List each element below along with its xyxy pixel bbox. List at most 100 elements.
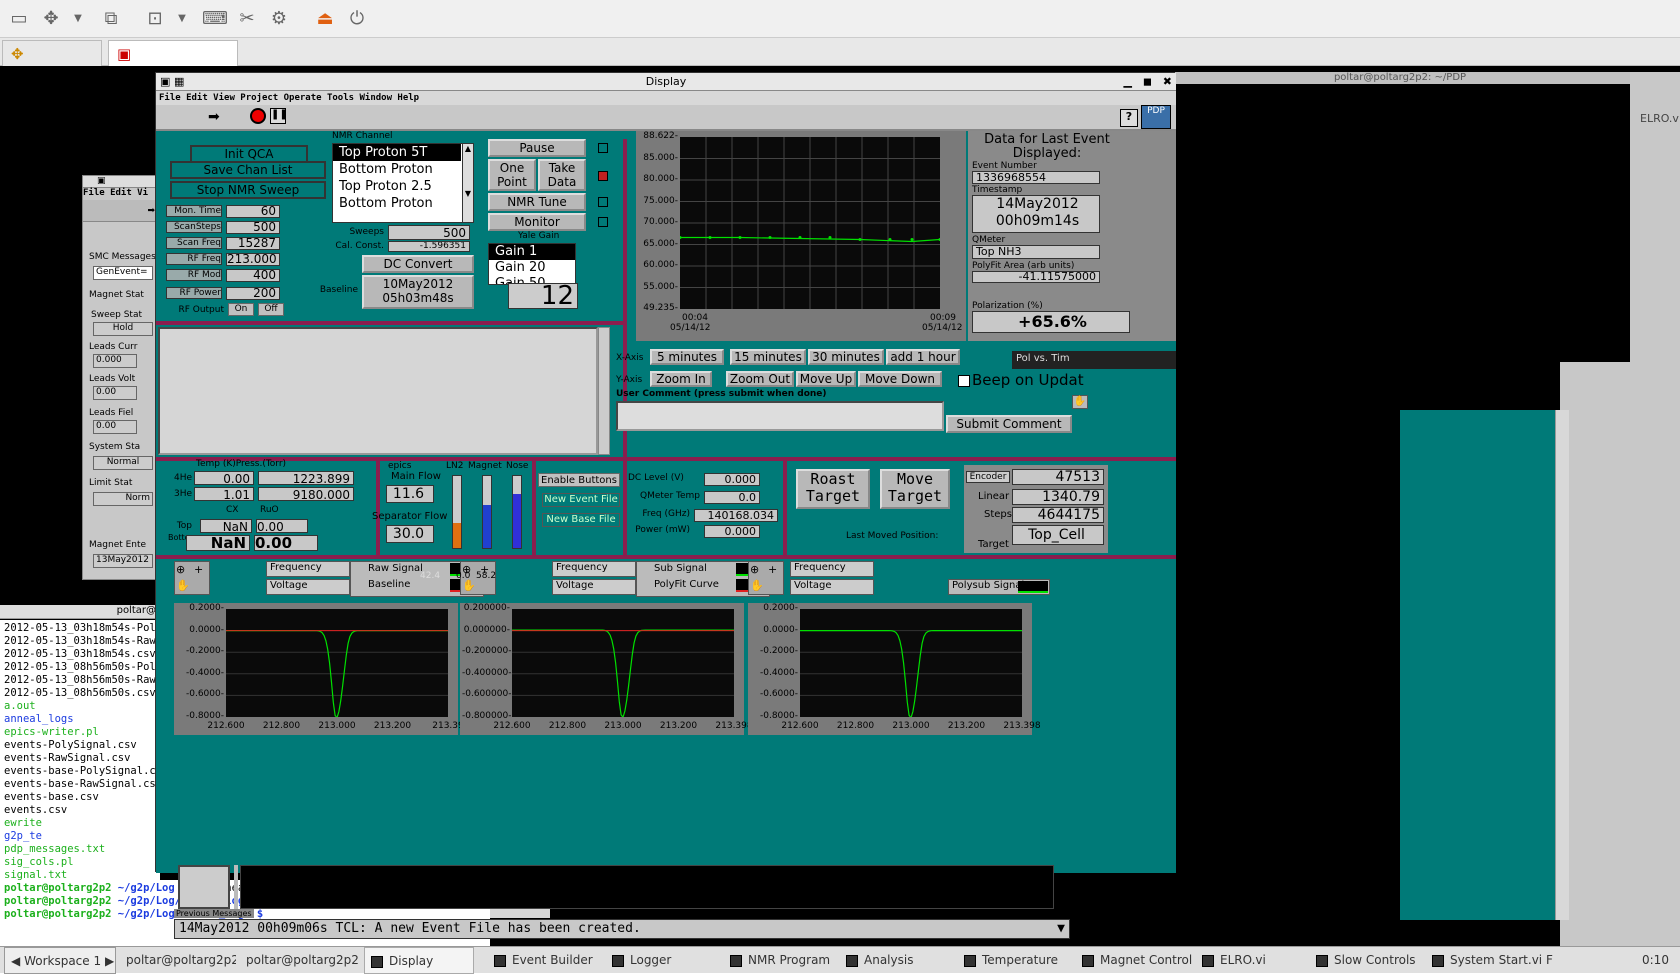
- joystick-icon[interactable]: ⏏: [312, 6, 338, 32]
- pause-icon[interactable]: ❚❚: [270, 108, 288, 124]
- dropdown-icon[interactable]: ▼: [70, 6, 86, 32]
- submit-comment-button[interactable]: Submit Comment: [946, 415, 1072, 433]
- task-item[interactable]: ELRO.vi: [1196, 947, 1306, 974]
- pause-button[interactable]: Pause: [488, 139, 586, 157]
- save-chan-list-button[interactable]: Save Chan List: [170, 161, 326, 179]
- gears-icon[interactable]: ⚙: [266, 6, 292, 32]
- tab-poltarg2p2[interactable]: ▣ poltarg2p2✖: [108, 40, 238, 89]
- nmr-tune-button[interactable]: NMR Tune: [488, 193, 586, 211]
- yale-gain-list[interactable]: Gain 1 Gain 20 Gain 50: [488, 243, 576, 285]
- gain-item[interactable]: Gain 20: [489, 260, 575, 276]
- x-axis-button[interactable]: 15 minutes: [730, 349, 806, 365]
- x-axis-button[interactable]: add 1 hour: [886, 349, 960, 365]
- bg-scrollbar[interactable]: [1555, 410, 1569, 920]
- move-icon[interactable]: ✥: [38, 6, 64, 32]
- y-axis-button[interactable]: Move Up: [796, 371, 856, 387]
- zoom-icon[interactable]: ⊡: [142, 6, 168, 32]
- x-axis-button[interactable]: 30 minutes: [808, 349, 884, 365]
- one-point-button[interactable]: One Point: [488, 159, 536, 191]
- param-field[interactable]: 500: [226, 221, 280, 234]
- task-item[interactable]: Logger: [606, 947, 718, 974]
- workspace-switcher[interactable]: ◀ Workspace 1 ▶: [4, 947, 116, 974]
- x-control-frequency[interactable]: Frequency: [552, 561, 636, 577]
- x-control-voltage[interactable]: Voltage: [266, 579, 350, 595]
- rf-off-button[interactable]: Off: [258, 303, 284, 316]
- param-field[interactable]: 60: [226, 205, 280, 218]
- hand-icon[interactable]: ✋: [176, 579, 190, 592]
- keyboard-icon[interactable]: ⌨: [202, 6, 228, 32]
- rf-on-button[interactable]: On: [228, 303, 254, 316]
- gain-item[interactable]: Gain 1: [489, 244, 575, 260]
- window-icon[interactable]: ▭: [6, 6, 32, 32]
- roast-target-button[interactable]: Roast Target: [796, 469, 870, 509]
- move-target-button[interactable]: Move Target: [880, 469, 950, 509]
- display-menu[interactable]: File Edit View Project Operate Tools Win…: [156, 91, 1176, 105]
- x-control-frequency[interactable]: Frequency: [266, 561, 350, 577]
- hand-icon[interactable]: ✋: [750, 579, 764, 592]
- cal-const-field[interactable]: -1.596351: [388, 241, 470, 252]
- nmr-channel-item[interactable]: Bottom Proton: [333, 161, 461, 178]
- hand-icon[interactable]: ✋: [1072, 395, 1088, 409]
- task-item[interactable]: Event Builder: [488, 947, 600, 974]
- new-event-file-button[interactable]: New Event File: [542, 493, 620, 507]
- dc-convert-button[interactable]: DC Convert: [362, 255, 474, 273]
- task-item[interactable]: Slow Controls: [1310, 947, 1420, 974]
- x-control-voltage[interactable]: Voltage: [790, 579, 874, 595]
- nmr-channel-item[interactable]: Top Proton 2.5: [333, 178, 461, 195]
- run-arrow-icon[interactable]: ➡: [83, 200, 159, 222]
- close-icon[interactable]: ✖: [1163, 73, 1172, 91]
- sweeps-field[interactable]: 500: [388, 225, 470, 240]
- chevron-left-icon[interactable]: ◀: [11, 954, 20, 968]
- abort-icon[interactable]: [250, 108, 266, 124]
- x-control-frequency[interactable]: Frequency: [790, 561, 874, 577]
- zoom-icon[interactable]: ⊕: [750, 563, 759, 576]
- scissors-icon[interactable]: ✂: [234, 6, 260, 32]
- user-comment-input[interactable]: [616, 401, 944, 431]
- y-axis-button[interactable]: Move Down: [858, 371, 942, 387]
- task-item[interactable]: poltar@poltarg2p2:: [240, 947, 360, 974]
- minimize-icon[interactable]: ▁: [1124, 73, 1132, 91]
- stop-nmr-sweep-button[interactable]: Stop NMR Sweep: [170, 181, 326, 199]
- param-field[interactable]: 15287: [226, 237, 280, 250]
- smc-message-label: SMC Messages: [89, 252, 156, 262]
- zoom-icon[interactable]: ⊕: [176, 563, 185, 576]
- task-item[interactable]: NMR Program: [724, 947, 838, 974]
- x-control-voltage[interactable]: Voltage: [552, 579, 636, 595]
- smc-menu[interactable]: File Edit Vi: [83, 188, 159, 200]
- monitor-button[interactable]: Monitor: [488, 213, 586, 231]
- nmr-channel-list[interactable]: Top Proton 5T Bottom Proton Top Proton 2.5…: [332, 143, 474, 223]
- param-field[interactable]: 213.000: [226, 253, 280, 266]
- enable-buttons-button[interactable]: Enable Buttons: [538, 473, 620, 487]
- param-field[interactable]: 400: [226, 269, 280, 282]
- nmr-channel-item[interactable]: Bottom Proton: [333, 195, 461, 212]
- y-axis-button[interactable]: Zoom Out: [726, 371, 794, 387]
- run-arrow-icon[interactable]: ➡: [208, 109, 220, 125]
- tab-magnet[interactable]: ✥ magnet✖: [2, 40, 102, 89]
- crosshair-icon[interactable]: +: [194, 563, 203, 576]
- dropdown-icon[interactable]: ▼: [174, 6, 190, 32]
- message-area[interactable]: [158, 327, 598, 455]
- task-item[interactable]: poltar@poltarg2p2:: [120, 947, 236, 974]
- maximize-icon[interactable]: ◼: [1143, 73, 1152, 91]
- task-item[interactable]: Magnet Control: [1076, 947, 1194, 974]
- help-icon[interactable]: ?: [1120, 109, 1138, 127]
- beep-checkbox[interactable]: [958, 375, 970, 387]
- param-field[interactable]: 200: [226, 287, 280, 300]
- splitter[interactable]: [234, 865, 238, 909]
- nmr-channel-item[interactable]: Top Proton 5T: [333, 144, 461, 161]
- task-item[interactable]: Analysis: [840, 947, 952, 974]
- new-base-file-button[interactable]: New Base File: [542, 513, 620, 527]
- task-item[interactable]: Temperature: [958, 947, 1070, 974]
- plug-icon[interactable]: ⏻: [344, 6, 370, 32]
- channel-scrollbar[interactable]: ▲ ▼: [462, 143, 474, 223]
- task-item[interactable]: Display: [364, 947, 474, 974]
- y-axis-button[interactable]: Zoom In: [650, 371, 712, 387]
- message-scrollbar[interactable]: [598, 327, 610, 455]
- take-data-button[interactable]: Take Data: [538, 159, 586, 191]
- restore-icon[interactable]: ⧉: [98, 6, 124, 32]
- chevron-right-icon[interactable]: ▶: [105, 954, 114, 968]
- crosshair-icon[interactable]: +: [768, 563, 777, 576]
- task-item[interactable]: System Start.vi F: [1426, 947, 1632, 974]
- chevron-down-icon[interactable]: ▼: [1057, 920, 1065, 938]
- x-axis-button[interactable]: 5 minutes: [650, 349, 724, 365]
